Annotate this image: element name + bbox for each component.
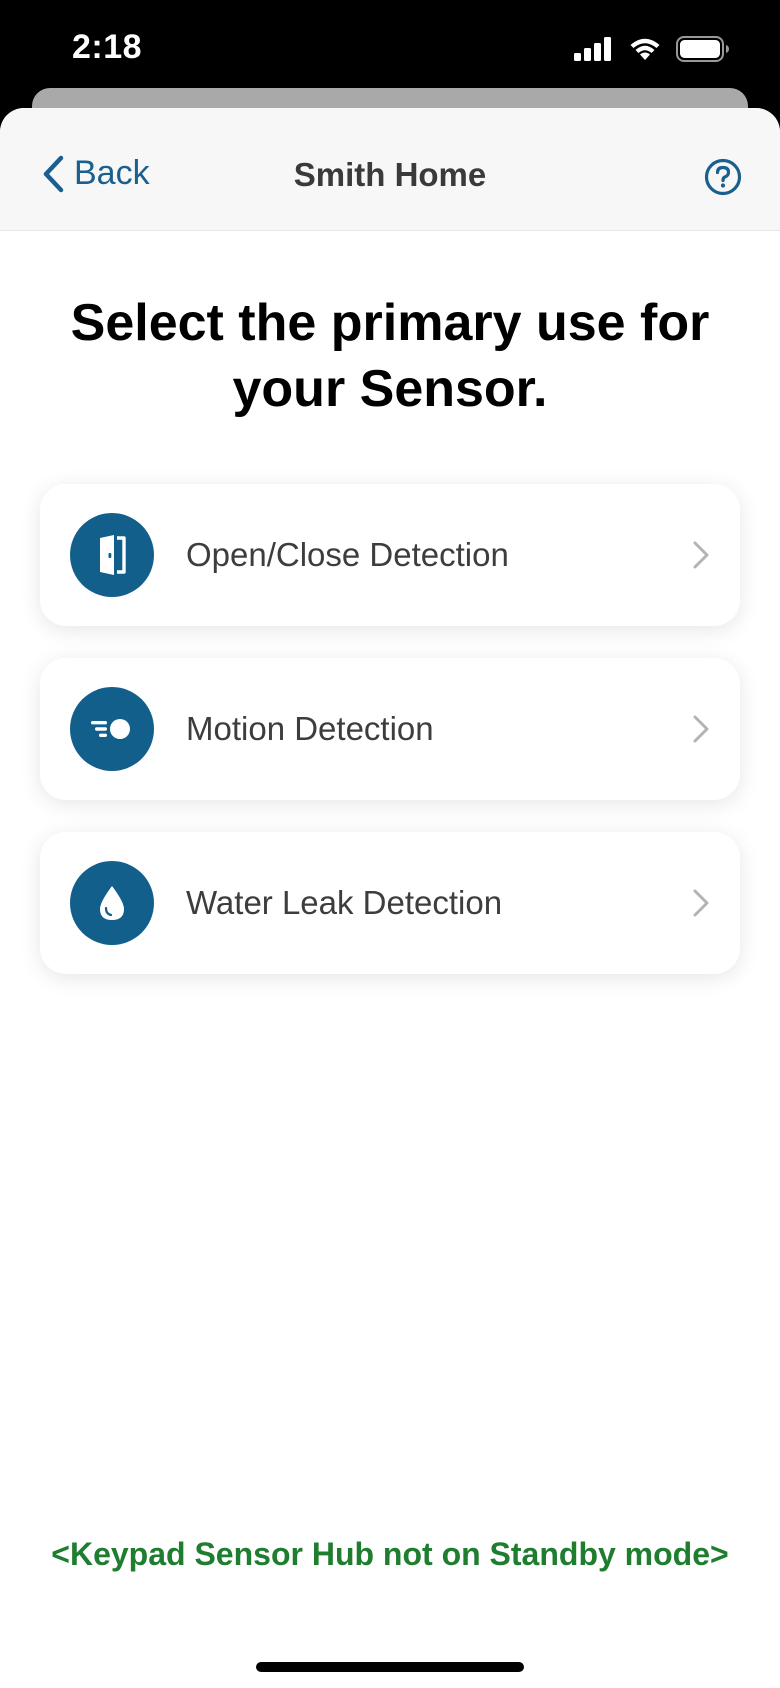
navigation-bar: Back Smith Home [0, 108, 780, 231]
status-bar: 2:18 [0, 0, 780, 100]
water-drop-icon [70, 861, 154, 945]
status-time: 2:18 [72, 28, 143, 66]
help-icon[interactable] [704, 158, 742, 196]
option-label: Water Leak Detection [186, 884, 503, 921]
option-label: Motion Detection [186, 710, 434, 747]
option-open-close-detection[interactable]: Open/Close Detection [40, 484, 740, 626]
chevron-right-icon [693, 889, 709, 917]
motion-icon [70, 687, 154, 771]
battery-icon [676, 36, 729, 62]
option-label: Open/Close Detection [186, 536, 509, 573]
hub-status-note: <Keypad Sensor Hub not on Standby mode> [51, 1536, 729, 1572]
modal-sheet: Back Smith Home Select the primary use f… [0, 108, 780, 1688]
cellular-signal-icon [574, 37, 611, 61]
instruction-heading: Select the primary use for your Sensor. [30, 290, 750, 422]
heading-line-2: your Sensor. [232, 360, 548, 418]
option-motion-detection[interactable]: Motion Detection [40, 658, 740, 800]
wifi-icon [630, 38, 660, 60]
home-indicator[interactable] [256, 1662, 524, 1672]
heading-line-1: Select the primary use for [70, 294, 710, 352]
page-title: Smith Home [293, 156, 487, 193]
sensor-use-options: Open/Close Detection Motion Detection Wa… [40, 484, 740, 1006]
status-icons [574, 36, 730, 62]
door-icon [70, 513, 154, 597]
chevron-right-icon [693, 541, 709, 569]
option-water-leak-detection[interactable]: Water Leak Detection [40, 832, 740, 974]
chevron-right-icon [693, 715, 709, 743]
